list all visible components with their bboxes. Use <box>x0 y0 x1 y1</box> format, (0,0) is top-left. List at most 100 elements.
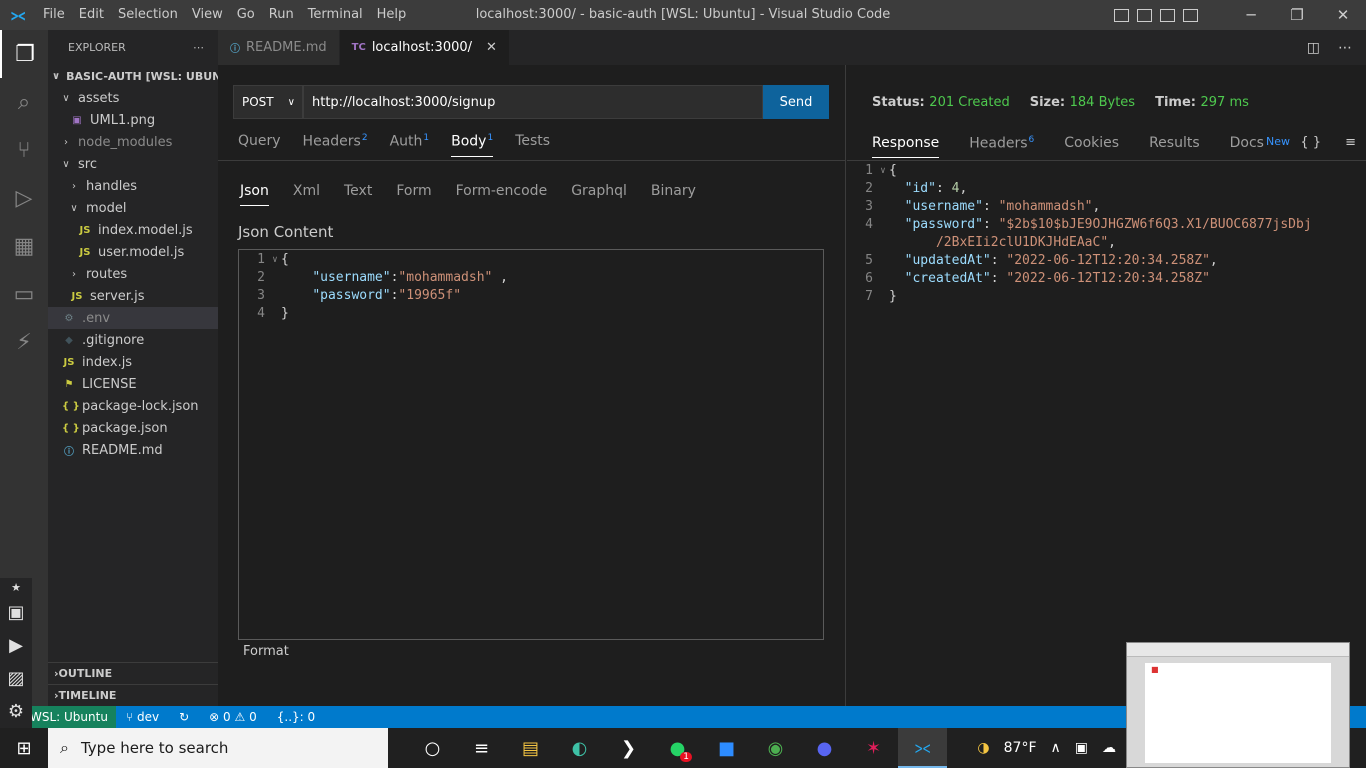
whatsapp-icon[interactable]: ● 1 <box>653 728 702 768</box>
tab-cookies[interactable]: Cookies <box>1064 135 1119 158</box>
body-tab-form[interactable]: Form <box>396 183 431 206</box>
url-input[interactable]: http://localhost:3000/signup <box>303 85 763 119</box>
thunder-client-icon[interactable]: ⚡ <box>0 318 48 366</box>
zoom-icon[interactable]: ■ <box>702 728 751 768</box>
video-icon[interactable]: ▶ <box>0 629 32 662</box>
gallery-icon[interactable]: ▨ <box>0 662 32 695</box>
file-explorer-icon[interactable]: ▤ <box>506 728 555 768</box>
tab-response[interactable]: Response <box>872 135 940 158</box>
tree-item[interactable]: › node_modules <box>48 131 218 153</box>
menu-run[interactable]: Run <box>262 0 301 30</box>
search-icon[interactable]: ⌕ <box>0 78 48 126</box>
run-debug-icon[interactable]: ▷ <box>0 174 48 222</box>
body-tab-binary[interactable]: Binary <box>651 183 696 206</box>
customize-layout-icon[interactable] <box>1183 8 1198 22</box>
toggle-primary-sidebar-icon[interactable] <box>1114 8 1129 22</box>
split-editor-icon[interactable]: ◫ <box>1307 40 1320 56</box>
workspace-root[interactable]: ∨ BASIC-AUTH [WSL: UBUN... <box>48 65 218 87</box>
tree-item[interactable]: JS server.js <box>48 285 218 307</box>
slack-icon[interactable]: ✶ <box>849 728 898 768</box>
minimize-button[interactable]: ─ <box>1228 0 1274 30</box>
tab-results[interactable]: Results <box>1149 135 1200 158</box>
chrome-icon[interactable]: ◉ <box>751 728 800 768</box>
branch-indicator[interactable]: ⑂ dev <box>116 710 169 724</box>
taskbar-search[interactable]: ⌕ Type here to search <box>48 728 388 768</box>
tab-thunder-client[interactable]: TC localhost:3000/ ✕ <box>339 30 510 65</box>
body-tab-json[interactable]: Json <box>240 183 269 206</box>
menu-selection[interactable]: Selection <box>111 0 185 30</box>
format-button[interactable]: Format <box>243 644 289 659</box>
tree-item[interactable]: › handles <box>48 175 218 197</box>
restore-button[interactable]: ❐ <box>1274 0 1320 30</box>
tab-headers[interactable]: Headers2 <box>303 133 368 157</box>
pin-icon[interactable]: ★ <box>0 578 32 596</box>
toggle-panel-icon[interactable] <box>1137 8 1152 22</box>
response-body[interactable]: 1 ∨{ 2 "id": 4, 3 "username": "mohammadsh… <box>847 162 1366 306</box>
weather-icon[interactable]: ◑ <box>977 740 989 756</box>
chevron-up-icon[interactable]: ∧ <box>1051 740 1061 756</box>
menu-go[interactable]: Go <box>230 0 262 30</box>
tab-readme[interactable]: ⓘ README.md <box>218 30 340 65</box>
more-actions-icon[interactable]: ⋯ <box>193 41 204 54</box>
discord-icon[interactable]: ● <box>800 728 849 768</box>
source-control-icon[interactable]: ⑂ <box>0 126 48 174</box>
tab-query[interactable]: Query <box>238 133 281 157</box>
tree-item[interactable]: ▣ UML1.png <box>48 109 218 131</box>
windows-start-icon[interactable]: ⊞ <box>0 728 48 768</box>
braces-icon[interactable]: { } <box>1300 135 1321 150</box>
tree-item[interactable]: JS user.model.js <box>48 241 218 263</box>
extensions-icon[interactable]: ▦ <box>0 222 48 270</box>
body-tab-xml[interactable]: Xml <box>293 183 320 206</box>
terminal-icon[interactable]: ❯ <box>604 728 653 768</box>
tree-item[interactable]: JS index.model.js <box>48 219 218 241</box>
remote-explorer-icon[interactable]: ▭ <box>0 270 48 318</box>
cursor-indicator[interactable]: {..}: 0 <box>267 710 325 724</box>
tab-docs[interactable]: Docs New <box>1230 135 1290 158</box>
tree-item[interactable]: ∨ src <box>48 153 218 175</box>
outline-section[interactable]: › OUTLINE <box>48 662 218 684</box>
menu-icon[interactable]: ≡ <box>1345 135 1356 150</box>
explorer-icon[interactable]: ❐ <box>0 30 48 78</box>
tree-item[interactable]: ⚙ .env <box>48 307 218 329</box>
tree-item[interactable]: ∨ model <box>48 197 218 219</box>
menu-view[interactable]: View <box>185 0 230 30</box>
tab-body[interactable]: Body1 <box>451 133 494 157</box>
problems-indicator[interactable]: ⊗ 0 ⚠ 0 <box>199 710 267 724</box>
toggle-secondary-sidebar-icon[interactable] <box>1160 8 1175 22</box>
tab-tests[interactable]: Tests <box>515 133 550 157</box>
menu-file[interactable]: File <box>36 0 72 30</box>
close-icon[interactable]: ✕ <box>486 40 497 55</box>
close-window-button[interactable]: ✕ <box>1320 0 1366 30</box>
onedrive-icon[interactable]: ☁ <box>1102 740 1116 756</box>
tree-item[interactable]: { } package.json <box>48 417 218 439</box>
tree-item[interactable]: JS index.js <box>48 351 218 373</box>
cortana-icon[interactable]: ○ <box>408 728 457 768</box>
menu-edit[interactable]: Edit <box>72 0 111 30</box>
task-view-icon[interactable]: ≡ <box>457 728 506 768</box>
tree-item[interactable]: ◆ .gitignore <box>48 329 218 351</box>
body-tab-text[interactable]: Text <box>344 183 372 206</box>
send-button[interactable]: Send <box>763 85 829 119</box>
tab-response-headers[interactable]: Headers6 <box>969 135 1034 158</box>
tab-auth[interactable]: Auth1 <box>390 133 430 157</box>
camera-icon[interactable]: ▣ <box>0 596 32 629</box>
sync-icon[interactable]: ↻ <box>169 710 199 724</box>
fold-icon[interactable]: ∨ <box>269 251 281 269</box>
fold-icon[interactable]: ∨ <box>877 162 889 180</box>
tree-item[interactable]: ⚑ LICENSE <box>48 373 218 395</box>
vscode-taskbar-icon[interactable]: ⪥ <box>898 728 947 768</box>
edge-icon[interactable]: ◐ <box>555 728 604 768</box>
temperature[interactable]: 87°F <box>1004 740 1037 756</box>
tree-item[interactable]: { } package-lock.json <box>48 395 218 417</box>
tree-item[interactable]: ∨ assets <box>48 87 218 109</box>
tree-item[interactable]: ⓘ README.md <box>48 439 218 461</box>
gear-icon[interactable]: ⚙ <box>0 695 32 728</box>
timeline-section[interactable]: › TIMELINE <box>48 684 218 706</box>
body-tab-graphql[interactable]: Graphql <box>571 183 627 206</box>
json-body-editor[interactable]: 1 ∨ { 2 "username":"mohammadsh" , 3 "pas… <box>238 249 824 640</box>
tree-item[interactable]: › routes <box>48 263 218 285</box>
menu-terminal[interactable]: Terminal <box>301 0 370 30</box>
meet-now-icon[interactable]: ▣ <box>1075 740 1088 756</box>
method-select[interactable]: POST ∨ <box>233 85 303 119</box>
window-preview-thumbnail[interactable]: ■ <box>1126 642 1350 768</box>
